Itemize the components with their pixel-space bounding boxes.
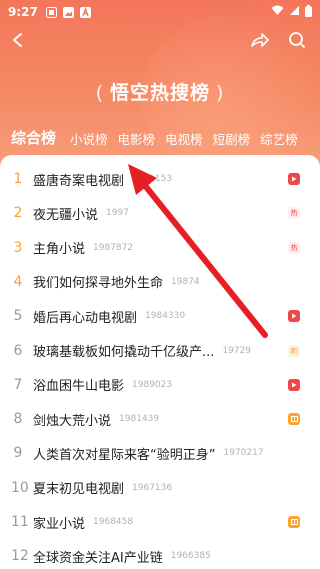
item-title: 夏末初见电视剧	[33, 482, 125, 498]
image-notification-icon	[62, 6, 74, 18]
page-title: (悟空热搜榜)	[0, 78, 320, 105]
heat-count: 1981439	[119, 414, 160, 425]
item-title: 主角小说	[33, 242, 86, 258]
share-icon	[251, 33, 269, 47]
rank-number: 11	[11, 514, 29, 530]
page-title-text: 悟空热搜榜	[109, 82, 210, 104]
item-title: 夜无疆小说	[33, 207, 99, 223]
list-item[interactable]: 7 浴血困牛山电影 1989023	[0, 368, 320, 402]
rank-number: 5	[13, 308, 23, 325]
rank-number: 8	[13, 411, 23, 428]
rank-number: 1	[13, 171, 23, 187]
item-title: 人类首次对星际来客“验明正身”	[33, 447, 216, 463]
heat-count: 1966385	[170, 551, 211, 562]
search-icon	[289, 32, 305, 48]
list-item[interactable]: 5 婚后再心动电视剧 1984330	[0, 299, 320, 333]
tab-novel[interactable]: 小说榜	[65, 129, 113, 148]
item-title: 婚后再心动电视剧	[33, 310, 138, 326]
tab-tv[interactable]: 电视榜	[160, 129, 208, 148]
heat-count: 1967136	[132, 482, 173, 493]
back-button[interactable]	[4, 26, 32, 54]
list-item[interactable]: 4 我们如何探寻地外生命 19874	[0, 265, 320, 299]
hot-badge: 热	[288, 241, 300, 254]
book-badge-icon	[288, 413, 300, 426]
letter-notification-icon	[79, 6, 91, 18]
battery-icon	[305, 4, 312, 20]
tab-bar: 综合榜 小说榜 电影榜 电视榜 短剧榜 综艺榜	[0, 124, 320, 148]
hero-header: 9:27 (悟空热搜榜) 综合榜 小说榜 电影榜 电视榜 短剧榜 综艺榜	[0, 0, 320, 175]
list-item[interactable]: 6 玻璃基载板如何撬动千亿级产... 19729 新	[0, 334, 320, 368]
chevron-left-icon	[13, 33, 22, 47]
search-button[interactable]	[283, 26, 311, 54]
status-bar: 9:27	[0, 0, 320, 24]
rank-number: 3	[13, 239, 23, 256]
item-title: 家业小说	[33, 516, 86, 532]
list-item[interactable]: 8 剑烛大荒小说 1981439	[0, 402, 320, 436]
rank-number: 4	[13, 273, 23, 290]
list-item[interactable]: 11 家业小说 1968458	[0, 505, 320, 539]
book-badge-icon	[288, 516, 300, 528]
item-title: 全球资金关注AI产业链	[33, 550, 163, 566]
heat-count: 1997	[106, 208, 129, 219]
tab-comprehensive[interactable]: 综合榜	[6, 127, 65, 148]
list-item[interactable]: 10 夏末初见电视剧 1967136	[0, 471, 320, 505]
tab-variety[interactable]: 综艺榜	[255, 129, 303, 148]
heat-count: 1991153	[132, 174, 173, 184]
list-item[interactable]: 1 盛唐奇案电视剧 1991153	[0, 162, 320, 196]
rank-number: 12	[11, 548, 29, 565]
top-bar	[0, 26, 320, 54]
hot-search-list: 1 盛唐奇案电视剧 1991153 2 夜无疆小说 1997 热 3 主角小说 1987872 热 4…	[0, 155, 320, 569]
share-button[interactable]	[246, 26, 274, 54]
heat-count: 1987872	[93, 242, 134, 253]
heat-count: 1970217	[223, 448, 264, 459]
new-badge: 新	[288, 344, 300, 357]
heat-count: 1984330	[145, 311, 186, 322]
heat-count: 1989023	[132, 379, 173, 390]
rank-number: 6	[13, 342, 23, 359]
list-item[interactable]: 2 夜无疆小说 1997 热	[0, 196, 320, 230]
wifi-icon	[271, 5, 284, 19]
tab-short-drama[interactable]: 短剧榜	[208, 129, 256, 148]
heat-count: 19874	[171, 276, 200, 287]
status-time: 9:27	[8, 5, 38, 19]
rank-number: 7	[13, 376, 23, 393]
title-paren-right: )	[216, 82, 225, 104]
item-title: 盛唐奇案电视剧	[33, 173, 125, 189]
tab-movie[interactable]: 电影榜	[113, 129, 161, 148]
title-paren-left: (	[95, 82, 104, 104]
notification-icon	[45, 6, 57, 18]
rank-number: 2	[13, 205, 23, 222]
list-item[interactable]: 3 主角小说 1987872 热	[0, 231, 320, 265]
item-title: 玻璃基载板如何撬动千亿级产...	[33, 345, 215, 360]
hot-badge: 热	[288, 207, 300, 220]
rank-number: 9	[13, 445, 23, 462]
item-title: 剑烛大荒小说	[33, 413, 112, 429]
list-item[interactable]: 9 人类首次对星际来客“验明正身” 1970217	[0, 436, 320, 470]
video-badge-icon	[288, 173, 300, 185]
item-title: 浴血困牛山电影	[33, 379, 125, 395]
rank-number: 10	[11, 479, 29, 496]
item-title: 我们如何探寻地外生命	[33, 276, 164, 292]
signal-icon	[289, 5, 300, 19]
video-badge-icon	[288, 378, 300, 391]
heat-count: 1968458	[93, 517, 134, 527]
video-badge-icon	[288, 310, 300, 323]
heat-count: 19729	[222, 345, 252, 356]
list-item[interactable]: 12 全球资金关注AI产业链 1966385	[0, 539, 320, 569]
